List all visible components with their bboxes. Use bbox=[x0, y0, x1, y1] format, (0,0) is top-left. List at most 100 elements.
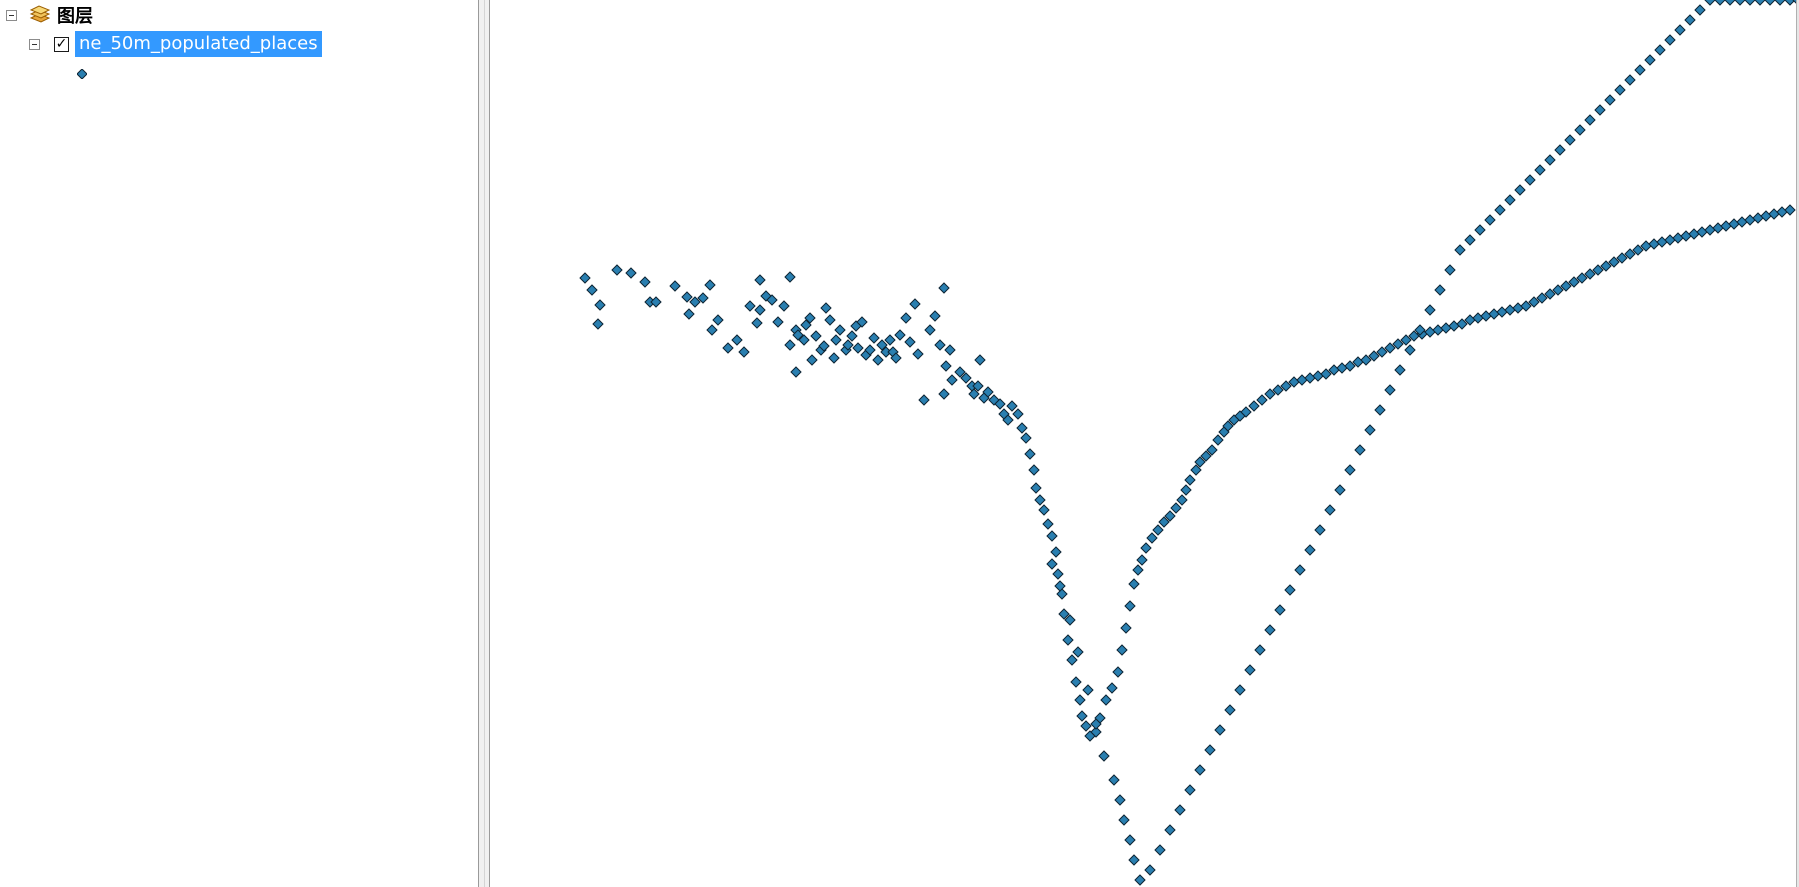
populated-place-point[interactable] bbox=[1634, 64, 1646, 76]
populated-place-point[interactable] bbox=[1136, 554, 1148, 566]
populated-place-point[interactable] bbox=[828, 352, 840, 364]
populated-place-point[interactable] bbox=[1062, 634, 1074, 646]
populated-place-point[interactable] bbox=[1696, 226, 1708, 238]
populated-place-point[interactable] bbox=[1514, 184, 1526, 196]
populated-place-point[interactable] bbox=[1720, 220, 1732, 232]
populated-place-point[interactable] bbox=[1144, 864, 1156, 876]
populated-place-point[interactable] bbox=[1496, 306, 1508, 318]
populated-place-point[interactable] bbox=[1066, 654, 1078, 666]
populated-place-point[interactable] bbox=[1146, 532, 1158, 544]
populated-place-point[interactable] bbox=[1494, 204, 1506, 216]
populated-place-point[interactable] bbox=[1760, 210, 1772, 222]
populated-place-point[interactable] bbox=[1176, 494, 1188, 506]
populated-place-point[interactable] bbox=[1488, 308, 1500, 320]
populated-place-point[interactable] bbox=[1100, 694, 1112, 706]
populated-place-point[interactable] bbox=[1134, 874, 1146, 886]
populated-place-point[interactable] bbox=[1336, 362, 1348, 374]
populated-place-point[interactable] bbox=[1016, 422, 1028, 434]
populated-place-point[interactable] bbox=[1324, 504, 1336, 516]
populated-place-point[interactable] bbox=[669, 280, 681, 292]
populated-place-point[interactable] bbox=[1574, 124, 1586, 136]
populated-place-point[interactable] bbox=[579, 272, 591, 284]
populated-place-point[interactable] bbox=[1180, 484, 1192, 496]
populated-place-point[interactable] bbox=[1074, 694, 1086, 706]
populated-place-point[interactable] bbox=[1664, 234, 1676, 246]
populated-place-point[interactable] bbox=[1030, 482, 1042, 494]
populated-place-point[interactable] bbox=[846, 330, 858, 342]
populated-place-point[interactable] bbox=[929, 310, 941, 322]
populated-place-point[interactable] bbox=[1754, 0, 1766, 6]
populated-place-point[interactable] bbox=[1116, 644, 1128, 656]
populated-place-point[interactable] bbox=[944, 344, 956, 356]
populated-place-point[interactable] bbox=[1752, 212, 1764, 224]
populated-place-point[interactable] bbox=[909, 298, 921, 310]
populated-place-point[interactable] bbox=[1224, 704, 1236, 716]
populated-place-point[interactable] bbox=[1604, 94, 1616, 106]
populated-place-point[interactable] bbox=[751, 317, 763, 329]
populated-place-point[interactable] bbox=[806, 354, 818, 366]
populated-place-point[interactable] bbox=[1120, 622, 1132, 634]
populated-place-point[interactable] bbox=[1384, 384, 1396, 396]
populated-place-point[interactable] bbox=[1744, 214, 1756, 226]
populated-place-point[interactable] bbox=[1688, 228, 1700, 240]
populated-place-point[interactable] bbox=[1728, 218, 1740, 230]
populated-place-point[interactable] bbox=[884, 334, 896, 346]
collapse-layers-group-toggle[interactable] bbox=[6, 9, 17, 21]
populated-place-point[interactable] bbox=[1294, 564, 1306, 576]
populated-place-point[interactable] bbox=[924, 324, 936, 336]
populated-place-point[interactable] bbox=[754, 304, 766, 316]
populated-place-point[interactable] bbox=[1312, 370, 1324, 382]
populated-place-point[interactable] bbox=[1404, 344, 1416, 356]
populated-place-point[interactable] bbox=[778, 300, 790, 312]
populated-place-point[interactable] bbox=[1656, 236, 1668, 248]
populated-place-point[interactable] bbox=[1046, 530, 1058, 542]
populated-place-point[interactable] bbox=[940, 360, 952, 372]
populated-place-point[interactable] bbox=[852, 342, 864, 354]
populated-place-point[interactable] bbox=[1764, 0, 1776, 6]
populated-place-point[interactable] bbox=[1264, 624, 1276, 636]
populated-place-point[interactable] bbox=[900, 312, 912, 324]
populated-place-point[interactable] bbox=[1694, 4, 1706, 16]
populated-place-point[interactable] bbox=[1654, 44, 1666, 56]
populated-place-point[interactable] bbox=[1424, 304, 1436, 316]
populated-place-point[interactable] bbox=[830, 334, 842, 346]
populated-place-point[interactable] bbox=[722, 342, 734, 354]
populated-place-point[interactable] bbox=[1204, 744, 1216, 756]
populated-place-point[interactable] bbox=[1680, 230, 1692, 242]
layer-visibility-checkbox[interactable]: ✓ bbox=[54, 36, 69, 52]
populated-place-point[interactable] bbox=[1046, 558, 1058, 570]
populated-place-point[interactable] bbox=[1042, 518, 1054, 530]
populated-place-point[interactable] bbox=[1124, 834, 1136, 846]
populated-place-point[interactable] bbox=[1248, 400, 1260, 412]
populated-place-point[interactable] bbox=[1284, 584, 1296, 596]
populated-place-point[interactable] bbox=[1454, 244, 1466, 256]
populated-place-point[interactable] bbox=[1114, 794, 1126, 806]
populated-place-point[interactable] bbox=[1664, 34, 1676, 46]
populated-place-point[interactable] bbox=[810, 330, 822, 342]
populated-place-point[interactable] bbox=[1152, 524, 1164, 536]
populated-place-point[interactable] bbox=[1256, 394, 1268, 406]
populated-place-point[interactable] bbox=[1534, 164, 1546, 176]
populated-place-point[interactable] bbox=[1214, 724, 1226, 736]
populated-place-point[interactable] bbox=[754, 274, 766, 286]
layer-name-label[interactable]: ne_50m_populated_places bbox=[75, 31, 322, 57]
populated-place-point[interactable] bbox=[1170, 502, 1182, 514]
populated-place-point[interactable] bbox=[938, 388, 950, 400]
populated-place-point[interactable] bbox=[1128, 578, 1140, 590]
populated-place-point[interactable] bbox=[1434, 284, 1446, 296]
map-display[interactable] bbox=[490, 0, 1799, 887]
populated-place-point[interactable] bbox=[1684, 14, 1696, 26]
populated-place-point[interactable] bbox=[1254, 644, 1266, 656]
populated-place-point[interactable] bbox=[704, 279, 716, 291]
populated-place-point[interactable] bbox=[1076, 710, 1088, 722]
populated-place-point[interactable] bbox=[1648, 238, 1660, 250]
populated-place-point[interactable] bbox=[1024, 448, 1036, 460]
populated-place-point[interactable] bbox=[1274, 604, 1286, 616]
populated-place-point[interactable] bbox=[912, 348, 924, 360]
populated-place-point[interactable] bbox=[1006, 400, 1018, 412]
populated-place-point[interactable] bbox=[1474, 224, 1486, 236]
populated-place-point[interactable] bbox=[1108, 774, 1120, 786]
populated-place-point[interactable] bbox=[1504, 194, 1516, 206]
populated-place-point[interactable] bbox=[1184, 474, 1196, 486]
populated-place-point[interactable] bbox=[611, 264, 623, 276]
